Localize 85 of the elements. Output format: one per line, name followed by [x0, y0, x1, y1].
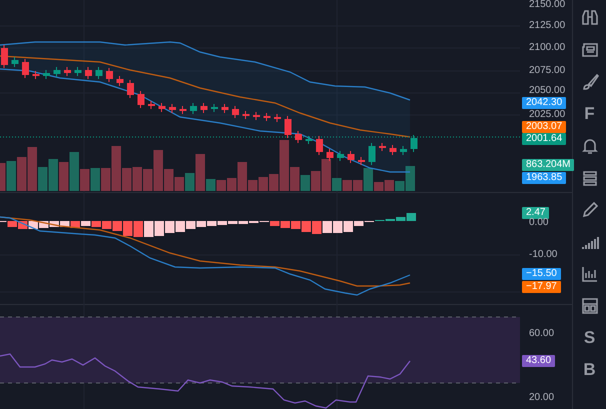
candle — [116, 76, 124, 86]
candle — [43, 70, 50, 80]
volume-bar — [48, 159, 58, 191]
axis-label: 20.00 — [529, 392, 554, 404]
axis-label: 0.00 — [529, 217, 548, 229]
candle — [12, 56, 18, 68]
volume-bar — [384, 180, 394, 191]
volume-bar — [216, 180, 226, 191]
candle — [127, 80, 134, 98]
axis-label: 2150.00 — [529, 0, 566, 11]
candle — [326, 148, 334, 162]
candle — [158, 102, 166, 112]
histogram-bar — [322, 221, 332, 233]
candle — [64, 66, 71, 76]
candle — [180, 106, 186, 114]
axis-label: 2050.00 — [529, 85, 566, 97]
candle — [148, 100, 155, 110]
histogram-bar — [312, 221, 322, 234]
histogram-bar — [154, 221, 164, 236]
axis-label: 2025.00 — [529, 109, 566, 121]
price-tag: −15.50 — [522, 268, 561, 280]
candle — [22, 58, 29, 78]
price-tag: −17.97 — [522, 281, 561, 293]
candle — [211, 104, 218, 112]
candle — [284, 116, 292, 138]
candle — [242, 110, 250, 120]
candle — [169, 104, 176, 114]
toolbar-letter[interactable]: F — [584, 104, 595, 124]
candle — [85, 66, 92, 80]
candle — [106, 68, 113, 82]
candle — [74, 66, 82, 76]
candle — [264, 112, 270, 122]
candle — [96, 66, 102, 80]
histogram-bar — [144, 221, 154, 237]
newspaper-icon[interactable] — [580, 40, 600, 60]
histogram-bar — [302, 221, 311, 232]
candle — [274, 114, 281, 122]
candle — [316, 136, 323, 156]
candle — [295, 130, 302, 144]
axis-label: 2125.00 — [529, 20, 566, 32]
candle — [306, 136, 312, 144]
axis-label: 2100.00 — [529, 42, 566, 54]
axis-label: 60.00 — [529, 328, 554, 340]
price-tag: 2001.64 — [522, 133, 566, 145]
price-tag: 2003.07 — [522, 121, 566, 133]
volume-bar — [258, 177, 268, 191]
histogram-bar — [134, 221, 143, 237]
candle — [222, 104, 228, 114]
toolbar-letter[interactable]: B — [583, 360, 596, 380]
histogram-bar — [165, 221, 174, 233]
bell-icon[interactable] — [580, 136, 600, 156]
volume-bar — [59, 162, 68, 191]
price-tag: 2042.30 — [522, 97, 566, 109]
price-tag: 43.60 — [522, 355, 556, 367]
chart-icon[interactable] — [580, 264, 600, 284]
calculator-icon[interactable] — [580, 296, 600, 316]
candle — [337, 150, 344, 162]
candle — [232, 106, 239, 118]
candle — [200, 102, 208, 114]
axis-label: -10.00 — [529, 249, 558, 261]
candle — [368, 142, 376, 166]
candle — [54, 66, 60, 78]
binoculars-icon[interactable] — [580, 8, 600, 28]
volume-bar — [132, 167, 142, 191]
candle — [379, 142, 386, 152]
candle — [138, 90, 144, 108]
candle — [32, 70, 40, 80]
price-tag: 1963.85 — [522, 172, 566, 184]
histogram-bar — [333, 221, 342, 233]
candle — [400, 146, 407, 156]
toolbar-letter[interactable]: S — [584, 328, 596, 348]
candle — [253, 112, 260, 120]
candle — [358, 156, 365, 166]
candle — [410, 134, 418, 152]
candle — [1, 44, 8, 68]
price-tag: 2.47 — [522, 207, 550, 219]
candle — [390, 144, 396, 156]
volume-bar — [17, 157, 26, 191]
volume-bar — [90, 168, 100, 191]
axis-label: 2075.00 — [529, 65, 566, 77]
candle — [190, 102, 197, 114]
price-tag: 863.204M — [522, 159, 574, 171]
candle — [348, 150, 354, 164]
histogram-bar — [176, 221, 185, 232]
volume-bar — [342, 180, 352, 191]
